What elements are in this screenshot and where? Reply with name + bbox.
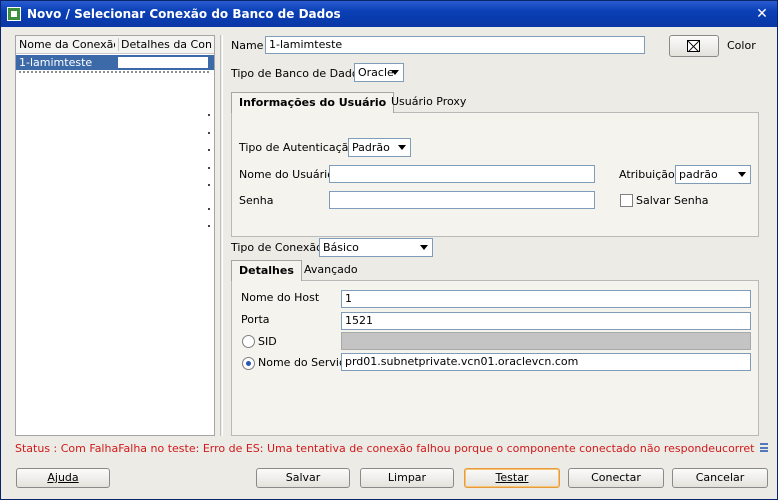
list-dot (208, 167, 210, 169)
list-dot (208, 114, 210, 116)
list-dot (208, 132, 210, 134)
connection-row[interactable] (19, 71, 209, 77)
password-label: Senha (239, 194, 274, 207)
tab-proxy-user[interactable]: Usuário Proxy (384, 92, 473, 113)
clear-button-label: Limpar (387, 471, 427, 484)
role-select[interactable]: padrão (675, 165, 751, 184)
connect-button-label: Conectar (591, 471, 641, 484)
role-label: Atribuição (619, 168, 675, 181)
host-label: Nome do Host (241, 291, 320, 304)
chevron-down-icon (391, 70, 399, 75)
column-header-name[interactable]: Nome da Conexão (19, 38, 115, 51)
chevron-down-icon (420, 245, 428, 250)
connection-type-label: Tipo de Conexão (231, 241, 323, 254)
title-bar[interactable]: Novo / Selecionar Conexão do Banco de Da… (1, 1, 777, 27)
color-label: Color (727, 39, 756, 52)
name-input[interactable]: 1-lamimteste (265, 36, 645, 54)
sid-radio[interactable] (242, 335, 255, 348)
db-type-label: Tipo de Banco de Dados (231, 67, 365, 80)
password-input[interactable] (329, 191, 595, 209)
connection-details-cell (118, 57, 208, 68)
save-button-label: Salvar (285, 471, 321, 484)
service-name-label: Nome do Serviço (258, 356, 352, 369)
db-type-value: Oracle (358, 66, 394, 79)
menu-icon[interactable] (760, 443, 768, 452)
cancel-button-label: Cancelar (695, 471, 745, 484)
help-button-label: Ajuda (47, 471, 79, 484)
chevron-down-icon (738, 172, 746, 177)
status-message: Status : Com FalhaFalha no teste: Erro d… (15, 442, 755, 455)
save-password-checkbox[interactable] (620, 194, 633, 207)
list-dot (208, 208, 210, 210)
username-input[interactable] (329, 165, 595, 183)
save-button[interactable]: Salvar (256, 468, 350, 488)
test-button[interactable]: Testar (464, 468, 560, 488)
host-input[interactable]: 1 (341, 290, 751, 308)
connection-dialog: Novo / Selecionar Conexão do Banco de Da… (0, 0, 778, 500)
role-value: padrão (679, 168, 718, 181)
color-picker-icon (687, 40, 700, 52)
sid-label: SID (258, 335, 277, 348)
close-icon[interactable]: ✕ (753, 5, 771, 23)
splitter[interactable] (220, 35, 223, 436)
connection-row-selected[interactable]: 1-lamimteste (16, 55, 214, 70)
db-type-select[interactable]: Oracle (354, 63, 404, 82)
tab-details[interactable]: Detalhes (231, 260, 302, 281)
auth-type-value: Padrão (352, 141, 390, 154)
connection-list[interactable]: Nome da Conexão Detalhes da Con... 1-lam… (15, 35, 215, 436)
name-label: Name (231, 39, 264, 52)
connection-name: 1-lamimteste (19, 56, 93, 69)
list-dot (208, 184, 210, 186)
tab-user-info[interactable]: Informações do Usuário (231, 92, 395, 113)
help-button[interactable]: Ajuda (16, 468, 110, 488)
tab-advanced[interactable]: Avançado (297, 260, 365, 281)
service-name-radio[interactable] (242, 357, 255, 370)
window-title: Novo / Selecionar Conexão do Banco de Da… (27, 7, 341, 21)
color-button[interactable] (669, 35, 719, 57)
cancel-button[interactable]: Cancelar (672, 468, 768, 488)
port-label: Porta (241, 313, 270, 326)
column-header-details[interactable]: Detalhes da Con... (118, 38, 212, 51)
connection-type-select[interactable]: Básico (319, 238, 433, 257)
auth-type-select[interactable]: Padrão (348, 138, 411, 157)
service-name-input[interactable]: prd01.subnetprivate.vcn01.oraclevcn.com (341, 353, 751, 371)
connection-type-value: Básico (323, 241, 359, 254)
save-password-label: Salvar Senha (636, 194, 709, 207)
chevron-down-icon (398, 145, 406, 150)
sid-input[interactable] (341, 332, 751, 350)
connect-button[interactable]: Conectar (568, 468, 664, 488)
auth-type-label: Tipo de Autenticação (239, 141, 356, 154)
app-icon (7, 7, 21, 21)
clear-button[interactable]: Limpar (360, 468, 454, 488)
list-dot (208, 225, 210, 227)
test-button-label: Testar (495, 471, 529, 484)
list-dot (208, 149, 210, 151)
port-input[interactable]: 1521 (341, 312, 751, 330)
username-label: Nome do Usuário (239, 168, 334, 181)
connection-list-header: Nome da Conexão Detalhes da Con... (16, 36, 214, 54)
